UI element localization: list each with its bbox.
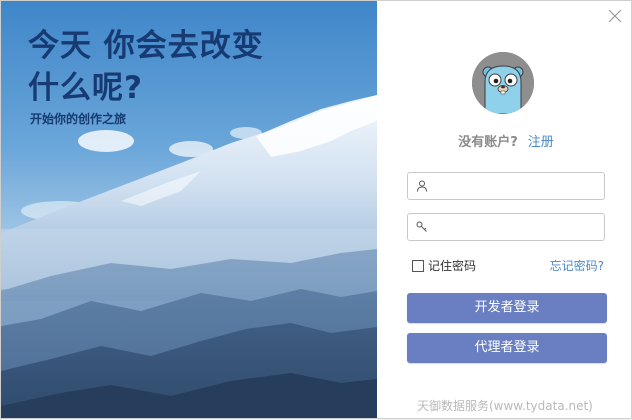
remember-password[interactable]: 记住密码 [412, 257, 476, 274]
forgot-password-link[interactable]: 忘记密码? [550, 257, 604, 274]
password-field[interactable] [407, 213, 605, 241]
gopher-avatar-icon [472, 52, 534, 114]
signup-row: 没有账户? 注册 [401, 131, 611, 150]
avatar [472, 52, 534, 114]
no-account-text: 没有账户? [458, 135, 518, 150]
developer-login-button[interactable]: 开发者登录 [407, 293, 607, 323]
username-input[interactable] [432, 176, 600, 196]
hero-panel: 今天 你会去改变 什么呢? 开始你的创作之旅 [1, 1, 377, 418]
hero-subtitle: 开始你的创作之旅 [30, 112, 127, 126]
footer-text: 天御数据服务(www.tydata.net) [417, 399, 593, 413]
close-icon[interactable] [607, 8, 623, 24]
user-icon [417, 180, 427, 192]
hero-title: 今天 你会去改变 什么呢? [28, 25, 264, 109]
username-field[interactable] [407, 172, 605, 200]
hero-title-line2: 什么呢? [28, 70, 143, 106]
remember-password-label: 记住密码 [428, 259, 477, 273]
agent-login-button[interactable]: 代理者登录 [407, 333, 607, 363]
remember-password-checkbox[interactable] [412, 259, 424, 272]
password-input[interactable] [432, 217, 600, 237]
key-icon [416, 221, 427, 232]
hero-title-line1: 今天 你会去改变 [28, 28, 264, 64]
register-link[interactable]: 注册 [528, 135, 554, 150]
login-window: 今天 你会去改变 什么呢? 开始你的创作之旅 没有账户? 注册 记住密码 忘记密… [1, 1, 631, 418]
